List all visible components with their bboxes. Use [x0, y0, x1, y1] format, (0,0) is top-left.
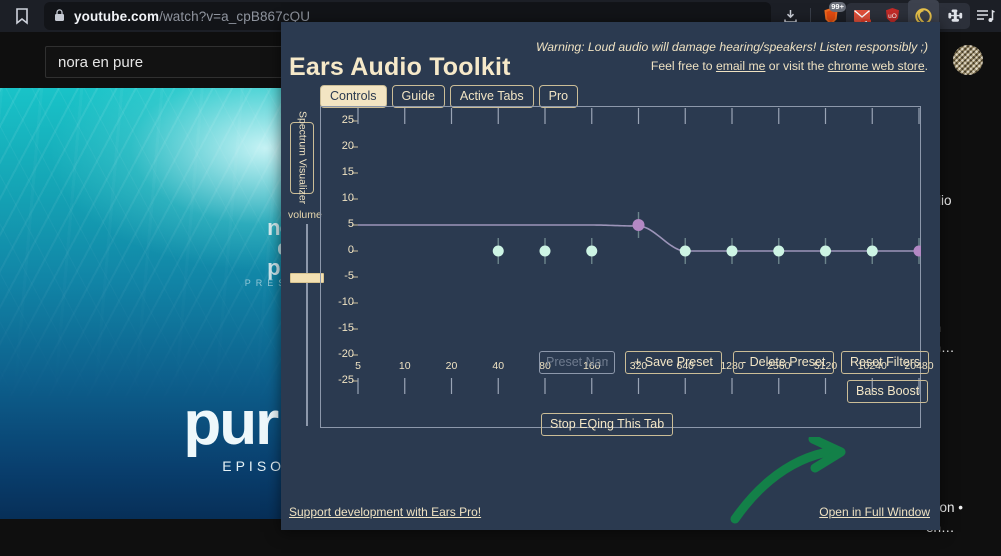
- y-axis-tick-label: -10: [338, 296, 354, 308]
- y-axis-tick-label: 5: [347, 218, 354, 230]
- eq-filter-handle[interactable]: [679, 245, 691, 257]
- eq-filter-handle[interactable]: [492, 245, 504, 257]
- save-preset-button[interactable]: + Save Preset: [625, 351, 722, 374]
- brave-badge: 99+: [829, 2, 846, 12]
- eq-filter-handle[interactable]: [820, 245, 831, 257]
- bookmark-icon[interactable]: [0, 7, 44, 25]
- page-title: Ears Audio Toolkit: [289, 53, 511, 81]
- reset-filters-button[interactable]: Reset Filters: [841, 351, 930, 374]
- y-axis-tick-label: -15: [338, 322, 354, 334]
- eq-filter-handle[interactable]: [726, 245, 738, 257]
- eq-filter-handle[interactable]: [913, 245, 922, 257]
- contact-mid: or visit the: [765, 59, 828, 73]
- eq-filter-handle[interactable]: [586, 245, 598, 257]
- url-text: youtube.com/watch?v=a_cpB867cQU: [74, 9, 310, 24]
- tab-active-tabs[interactable]: Active Tabs: [449, 85, 534, 108]
- open-full-window-link[interactable]: Open in Full Window: [819, 505, 930, 519]
- contact-line: Feel free to email me or visit the chrom…: [536, 57, 928, 76]
- y-axis-tick-label: -25: [338, 374, 354, 386]
- chrome-web-store-link[interactable]: chrome web store: [828, 59, 925, 73]
- x-axis-tick-label: 40: [492, 360, 505, 372]
- equalizer-chart[interactable]: 25 20 15 10 5 0 -5 -10 -15 -20 -25 5 10 20 40 80 160 320 6…: [320, 106, 934, 428]
- x-axis-tick-label: 10: [398, 360, 411, 372]
- y-axis-tick-label: 0: [347, 244, 354, 256]
- chart-svg: [352, 108, 922, 394]
- lock-icon: [54, 8, 65, 24]
- y-axis-tick-label: 25: [341, 114, 354, 126]
- y-axis-tick-label: 10: [341, 192, 354, 204]
- volume-slider-track[interactable]: [306, 224, 308, 426]
- tab-guide[interactable]: Guide: [391, 85, 445, 108]
- eq-filter-handle[interactable]: [773, 245, 785, 257]
- warning-block: Warning: Loud audio will damage hearing/…: [536, 38, 928, 76]
- url-host: youtube.com: [74, 8, 160, 24]
- email-me-link[interactable]: email me: [716, 59, 765, 73]
- eq-filter-handle[interactable]: [539, 245, 551, 257]
- volume-slider-handle[interactable]: [290, 273, 324, 283]
- warning-text: Warning: Loud audio will damage hearing/…: [535, 40, 928, 54]
- spectrum-visualizer-button[interactable]: Spectrum Visualizer: [290, 111, 314, 205]
- contact-end: .: [924, 59, 928, 73]
- extensions-puzzle-icon[interactable]: [939, 0, 970, 32]
- x-axis-tick-label: 5: [355, 360, 361, 372]
- playlist-icon[interactable]: [970, 0, 1001, 32]
- y-axis-tick-label: 20: [341, 140, 354, 152]
- support-development-link[interactable]: Support development with Ears Pro!: [289, 505, 481, 519]
- spectrum-visualizer-label: Spectrum Visualizer: [296, 111, 309, 205]
- svg-text:uO: uO: [888, 13, 897, 20]
- volume-label: volume: [288, 209, 322, 221]
- x-axis-tick-label: 20: [445, 360, 458, 372]
- player-control-bar: [0, 551, 578, 556]
- preset-name-input[interactable]: [539, 351, 615, 374]
- eq-filter-handle[interactable]: [866, 245, 878, 257]
- avatar[interactable]: [953, 45, 983, 75]
- ears-audio-toolkit-popup: Ears Audio Toolkit Warning: Loud audio w…: [281, 22, 940, 530]
- delete-preset-button[interactable]: - Delete Preset: [733, 351, 835, 374]
- stop-eqing-button[interactable]: Stop EQing This Tab: [541, 413, 674, 436]
- contact-prefix: Feel free to: [650, 59, 716, 73]
- eq-selected-handle[interactable]: [632, 219, 645, 231]
- y-axis-tick-label: -5: [344, 270, 354, 282]
- search-value: nora en pure: [58, 53, 144, 71]
- tab-pro[interactable]: Pro: [538, 85, 579, 108]
- bass-boost-button[interactable]: Bass Boost: [847, 380, 929, 403]
- y-axis-tick-label: -20: [338, 348, 354, 360]
- tab-controls[interactable]: Controls: [320, 85, 387, 108]
- tab-bar: Controls Guide Active Tabs Pro: [320, 85, 579, 108]
- y-axis-tick-label: 15: [341, 166, 354, 178]
